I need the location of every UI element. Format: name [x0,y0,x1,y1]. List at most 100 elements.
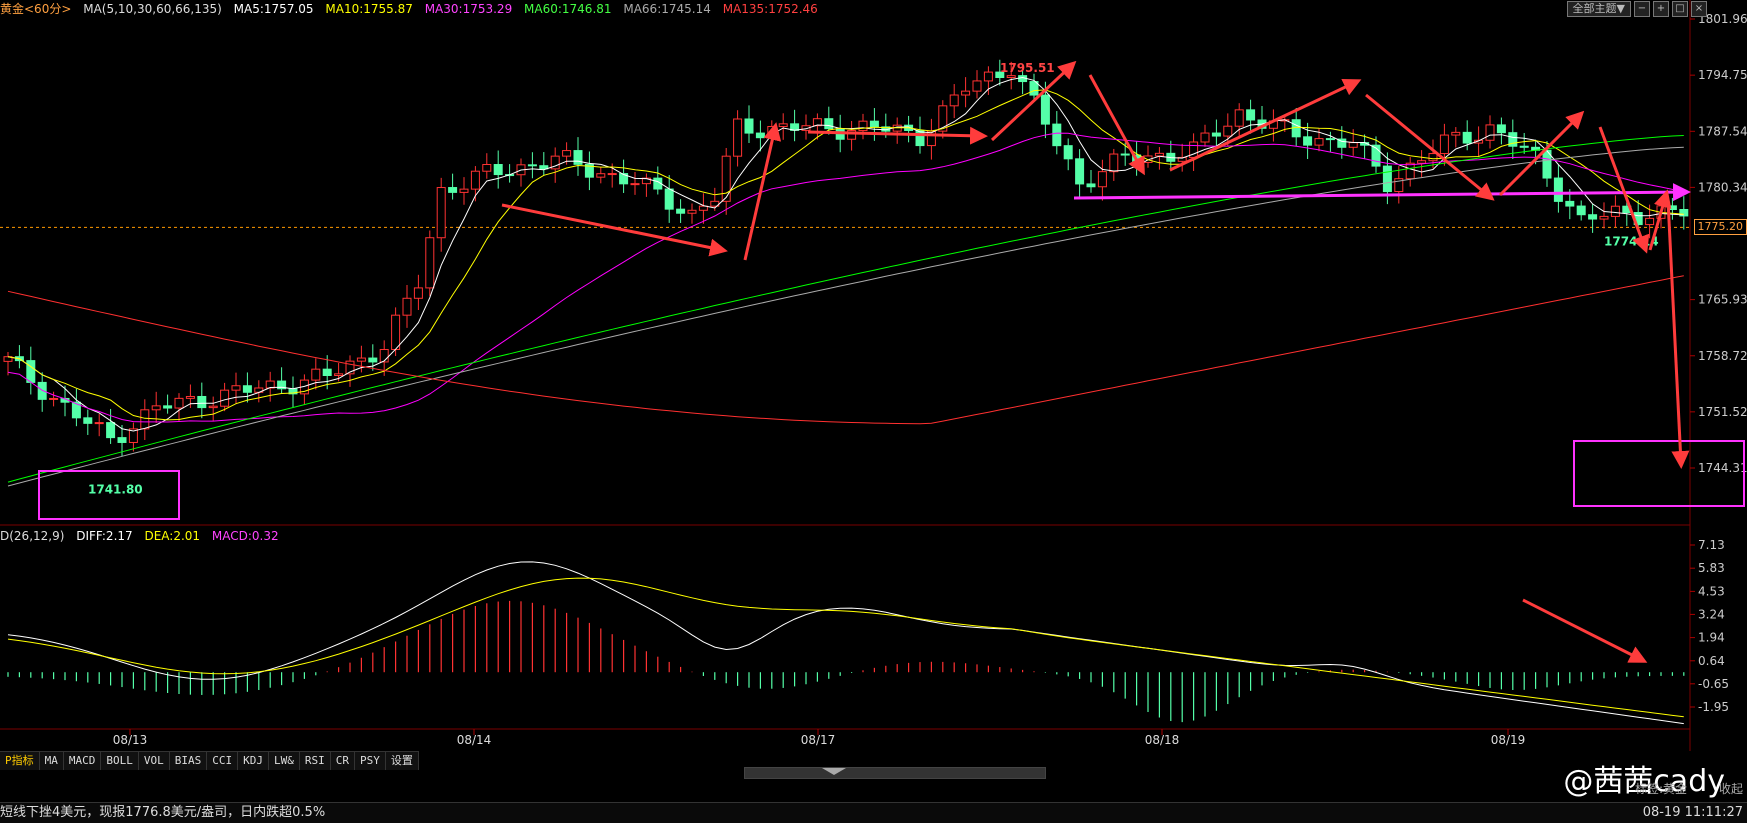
candle-body [232,386,240,390]
candle-body [1121,154,1129,155]
tab-rsi[interactable]: RSI [300,752,331,770]
tab-bias[interactable]: BIAS [170,752,208,770]
ma30-label: MA30:1753.29 [425,2,513,16]
candle-body [677,209,685,213]
price-tick-label: 1744.31 [1698,461,1747,475]
tab-macd[interactable]: MACD [64,752,102,770]
tab-cci[interactable]: CCI [207,752,238,770]
candle-body [380,350,388,362]
macd-value: MACD:0.32 [212,529,279,543]
candle-body [631,184,639,185]
candle-body [597,174,605,177]
zoom-in-icon[interactable]: + [1653,1,1669,17]
candle-body [1076,159,1084,184]
candle-body [870,121,878,127]
zoom-out-icon[interactable]: − [1634,1,1650,17]
candle-body [722,156,730,201]
tab-settings[interactable]: 设置 [386,752,419,770]
candle-body [1418,161,1426,164]
scrollbar[interactable] [744,767,1046,779]
candle-body [437,188,445,238]
candle-body [1315,139,1323,146]
candle-body [164,406,172,408]
tab-indicators[interactable]: P指标 [0,752,40,770]
symbol-title: 黄金<60分> [0,2,71,16]
ma60-label: MA60:1746.81 [524,2,612,16]
collapse-button[interactable]: 收起 [1719,780,1743,797]
candle-body [1247,110,1255,120]
trend-arrow [808,132,982,136]
candle-body [1041,95,1049,124]
scroll-down-icon[interactable] [822,768,846,775]
tab-boll[interactable]: BOLL [101,752,139,770]
tab-vol[interactable]: VOL [139,752,170,770]
tab-lw[interactable]: LW& [269,752,300,770]
candle-body [1326,139,1334,140]
candle-body [984,72,992,81]
maximize-icon[interactable]: □ [1672,1,1688,17]
candle-body [175,398,183,408]
indicator-tabs: P指标 MA MACD BOLL VOL BIAS CCI KDJ LW& RS… [0,751,419,770]
tab-ma[interactable]: MA [40,752,64,770]
candle-body [186,396,194,398]
candle-body [403,298,411,315]
ma10-label: MA10:1755.87 [325,2,413,16]
candle-body [734,119,742,156]
tab-cr[interactable]: CR [331,752,355,770]
candle-body [1201,133,1209,142]
theme-button[interactable]: 全部主题▼ [1567,1,1631,17]
candle-body [392,315,400,349]
macd-tick-label: 1.94 [1698,631,1725,645]
candle-body [50,398,58,399]
close-icon[interactable]: × [1691,1,1707,17]
candle-body [107,423,115,438]
candle-body [460,189,468,192]
trend-arrow [1500,115,1580,195]
trend-arrow [1170,82,1356,170]
candle-body [665,189,673,209]
ma60-line [8,136,1684,483]
candle-body [825,119,833,129]
low-price-label: 1741.80 [88,483,143,497]
candle-body [1566,201,1574,206]
tab-psy[interactable]: PSY [355,752,386,770]
date-label: 08/17 [801,733,836,747]
candle-body [916,130,924,145]
candle-body [1007,76,1015,78]
candle-body [471,171,479,189]
ma135-label: MA135:1752.46 [723,2,818,16]
ma66-line [8,147,1684,486]
candle-body [962,91,970,95]
candle-body [141,410,149,429]
tab-kdj[interactable]: KDJ [238,752,269,770]
candle-body [1155,153,1163,156]
ma5-label: MA5:1757.05 [234,2,314,16]
candle-body [1463,132,1471,143]
status-message: 短线下挫4美元，现报1776.8美元/盎司，日内跌超0.5% [0,803,325,823]
date-label: 08/18 [1145,733,1180,747]
candle-body [335,374,343,376]
ma66-label: MA66:1745.14 [623,2,711,16]
candle-body [221,390,229,406]
candle-body [528,165,536,166]
candle-body [1429,154,1437,161]
price-tick-label: 1751.52 [1698,405,1747,419]
candle-body [1110,154,1118,172]
candle-body [1406,163,1414,178]
candle-body [973,81,981,91]
price-tick-label: 1794.75 [1698,68,1747,82]
candle-body [688,210,696,213]
candle-body [323,369,331,375]
candle-body [608,174,616,175]
candle-body [1053,124,1061,146]
trend-arrow [1668,200,1681,463]
candle-body [1064,146,1072,159]
candle-body [1383,166,1391,191]
macd-tick-label: 3.24 [1698,607,1725,621]
watermark-tag: 标签:黄金 [1635,780,1687,797]
candle-body [779,124,787,127]
ma5-line [8,78,1684,432]
macd-tick-label: 7.13 [1698,538,1725,552]
candle-body [357,358,365,361]
candle-body [1349,143,1357,148]
